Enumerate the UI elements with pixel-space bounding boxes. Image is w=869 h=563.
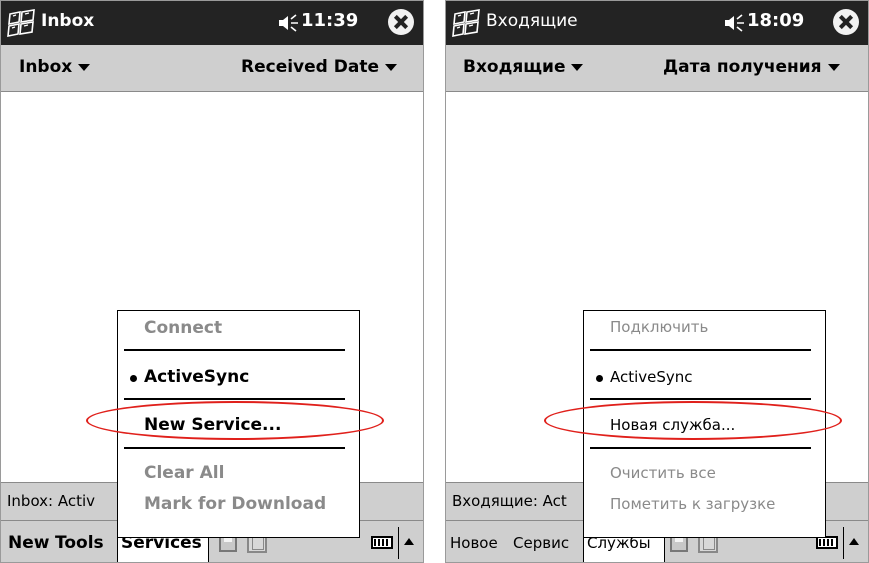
sort-label: Дата получения: [663, 57, 822, 77]
menu-tools[interactable]: Сервис: [513, 534, 569, 552]
speaker-icon[interactable]: [723, 14, 745, 32]
keyboard-icon[interactable]: [371, 536, 393, 549]
menu-item-clear-all[interactable]: Clear All: [144, 463, 224, 483]
speaker-icon[interactable]: [277, 14, 299, 32]
dropdown-arrow-icon: [827, 63, 840, 71]
title-bar: Inbox 11:39: [1, 1, 423, 45]
menu-separator: [590, 398, 811, 400]
menu-item-connect[interactable]: Connect: [144, 318, 222, 338]
menu-item-mark-for-download[interactable]: Пометить к загрузке: [610, 495, 775, 513]
pocketpc-screen-russian: Входящие 18:09 Входящие Дата получения В…: [445, 0, 869, 563]
folder-label: Входящие: [463, 57, 566, 77]
menu-item-connect[interactable]: Подключить: [610, 318, 708, 336]
services-popup-menu: Подключить ActiveSync Новая служба... Оч…: [583, 310, 826, 538]
windows-flag-icon[interactable]: [452, 8, 482, 38]
inbox-navigation-bar: Inbox Received Date: [1, 45, 423, 92]
menu-item-mark-for-download[interactable]: Mark for Download: [144, 494, 326, 514]
menu-separator: [124, 398, 345, 400]
menu-item-new-service[interactable]: New Service...: [144, 415, 281, 435]
clock-time[interactable]: 18:09: [747, 10, 804, 31]
dropdown-arrow-icon: [78, 63, 91, 71]
inbox-navigation-bar: Входящие Дата получения: [446, 45, 868, 92]
selected-bullet-icon: [596, 375, 603, 382]
dropdown-arrow-icon: [385, 63, 397, 71]
menu-new[interactable]: Новое: [450, 534, 498, 552]
window-title: Inbox: [41, 11, 95, 31]
pocketpc-screen-english: Inbox 11:39 Inbox Received Date Inbox: A…: [0, 0, 424, 563]
sip-separator: [843, 527, 844, 559]
status-text: Inbox: Activ: [7, 492, 96, 510]
sort-dropdown[interactable]: Дата получения: [663, 57, 840, 77]
windows-flag-icon[interactable]: [7, 8, 37, 38]
menu-separator: [590, 349, 811, 351]
folder-label: Inbox: [19, 57, 73, 77]
menu-item-clear-all[interactable]: Очистить все: [610, 464, 716, 482]
menu-separator: [590, 447, 811, 449]
sort-dropdown[interactable]: Received Date: [241, 57, 397, 77]
sip-separator: [398, 527, 399, 559]
sort-label: Received Date: [241, 57, 379, 77]
menu-new[interactable]: New: [8, 533, 49, 553]
close-icon[interactable]: [833, 9, 859, 35]
menu-item-activesync[interactable]: ActiveSync: [144, 367, 249, 387]
selected-bullet-icon: [130, 375, 137, 382]
close-icon[interactable]: [388, 9, 414, 35]
menu-tools[interactable]: Tools: [55, 533, 104, 553]
folder-dropdown[interactable]: Inbox: [19, 57, 91, 77]
sip-arrow-icon[interactable]: [849, 538, 859, 545]
sip-arrow-icon[interactable]: [404, 538, 414, 545]
menu-separator: [124, 349, 345, 351]
menu-item-new-service[interactable]: Новая служба...: [610, 416, 735, 434]
clock-time[interactable]: 11:39: [301, 10, 358, 31]
window-title: Входящие: [486, 11, 578, 31]
dropdown-arrow-icon: [571, 63, 584, 71]
status-text: Входящие: Act: [452, 492, 567, 510]
title-bar: Входящие 18:09: [446, 1, 868, 45]
menu-separator: [124, 447, 345, 449]
folder-dropdown[interactable]: Входящие: [463, 57, 584, 77]
services-popup-menu: Connect ActiveSync New Service... Clear …: [117, 310, 360, 538]
menu-item-activesync[interactable]: ActiveSync: [610, 368, 693, 386]
